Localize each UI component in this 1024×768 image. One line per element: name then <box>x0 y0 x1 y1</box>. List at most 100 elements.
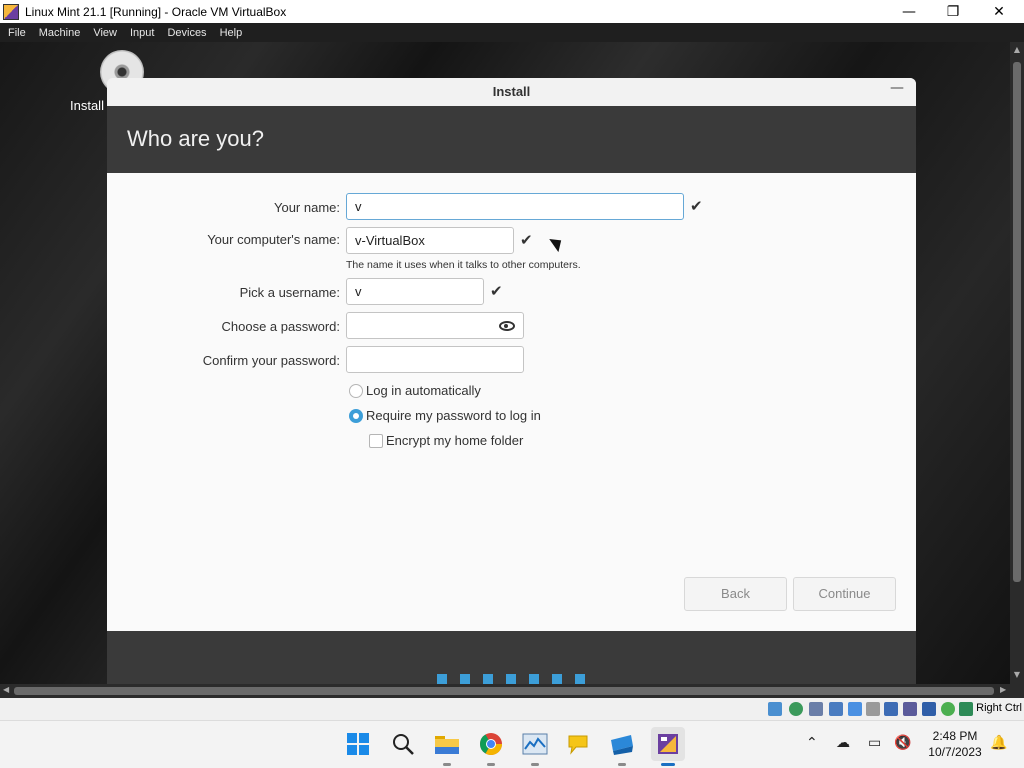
tray-overflow-chevron-icon[interactable]: ⌃ <box>806 735 818 751</box>
installer-minimize-button[interactable]: — <box>890 80 904 96</box>
computer-name-check-icon: ✔ <box>520 231 533 249</box>
installer-title: Install <box>492 84 531 99</box>
search-button[interactable] <box>388 729 418 759</box>
auto-login-label[interactable]: Log in automatically <box>366 383 481 398</box>
system-clock[interactable]: 2:48 PM 10/7/2023 <box>920 728 990 760</box>
task-manager-icon <box>522 733 548 755</box>
vertical-scroll-thumb[interactable] <box>1013 62 1021 582</box>
host-window-title: Linux Mint 21.1 [Running] - Oracle VM Vi… <box>25 4 287 19</box>
sticky-notes-icon <box>568 735 588 755</box>
vertical-scrollbar[interactable]: ▲ ▼ <box>1010 42 1024 684</box>
notification-bell-icon[interactable]: 🔔 <box>990 735 1007 751</box>
scroll-left-arrow-icon[interactable]: ◀ <box>3 685 9 694</box>
continue-button[interactable]: Continue <box>793 577 896 611</box>
menu-input[interactable]: Input <box>125 27 159 39</box>
host-title-bar: Linux Mint 21.1 [Running] - Oracle VM Vi… <box>0 0 1024 23</box>
minimize-button[interactable]: — <box>886 0 932 23</box>
progress-dot <box>506 674 516 684</box>
usb-status-icon[interactable] <box>848 702 862 716</box>
search-icon <box>393 734 414 755</box>
installer-banner: Who are you? <box>107 106 916 173</box>
vscode-running-indicator <box>618 763 626 766</box>
back-button[interactable]: Back <box>684 577 787 611</box>
installer-title-bar: Install — <box>107 78 916 106</box>
hard-disk-status-icon[interactable] <box>768 702 782 716</box>
page-title: Who are you? <box>127 126 264 151</box>
windows-logo-icon <box>347 733 369 755</box>
encrypt-home-checkbox[interactable] <box>369 434 383 448</box>
onedrive-cloud-icon[interactable]: ☁ <box>836 735 850 751</box>
horizontal-scrollbar[interactable]: ◀ ▶ <box>0 684 1024 698</box>
your-name-label: Your name: <box>273 200 340 215</box>
install-progress-dots <box>437 674 585 684</box>
close-button[interactable]: ✕ <box>976 0 1022 23</box>
virtualbox-app-icon <box>3 3 19 20</box>
confirm-password-input[interactable] <box>346 346 524 373</box>
windows-taskbar: ⌃ ☁ ▭ 🔇 2:48 PM 10/7/2023 🔔 <box>0 720 1024 768</box>
chrome-running-indicator <box>487 763 495 766</box>
keyboard-capture-icon[interactable] <box>959 702 973 716</box>
mouse-integration-icon[interactable] <box>941 702 955 716</box>
chrome-button[interactable] <box>476 729 506 759</box>
install-desktop-label[interactable]: Install <box>70 98 104 113</box>
require-password-radio[interactable] <box>349 409 363 423</box>
menu-devices[interactable]: Devices <box>162 27 211 39</box>
folder-icon <box>435 736 459 754</box>
host-menu-bar: File Machine View Input Devices Help <box>0 23 1024 42</box>
progress-dot <box>483 674 493 684</box>
username-label: Pick a username: <box>239 285 340 300</box>
installer-content: Your name: v ✔ Your computer's name: v-V… <box>107 173 916 631</box>
menu-help[interactable]: Help <box>215 27 248 39</box>
your-name-input[interactable]: v <box>346 193 684 220</box>
progress-dot <box>575 674 585 684</box>
scroll-down-arrow-icon[interactable]: ▼ <box>1012 670 1022 679</box>
scroll-up-arrow-icon[interactable]: ▲ <box>1012 45 1022 54</box>
computer-name-label: Your computer's name: <box>207 232 340 247</box>
encrypt-home-label[interactable]: Encrypt my home folder <box>386 433 523 448</box>
computer-name-input[interactable]: v-VirtualBox <box>346 227 514 254</box>
recording-status-icon[interactable] <box>903 702 917 716</box>
auto-login-radio[interactable] <box>349 384 363 398</box>
scroll-right-arrow-icon[interactable]: ▶ <box>1000 685 1006 694</box>
computer-name-hint: The name it uses when it talks to other … <box>346 259 581 271</box>
optical-drive-status-icon[interactable] <box>789 702 803 716</box>
username-check-icon: ✔ <box>490 282 503 300</box>
progress-dot <box>437 674 447 684</box>
notes-button[interactable] <box>563 729 593 759</box>
progress-dot <box>460 674 470 684</box>
maximize-button[interactable]: ❐ <box>930 0 976 23</box>
display-tray-icon[interactable]: ▭ <box>868 735 881 751</box>
vtx-status-icon[interactable] <box>922 702 936 716</box>
start-button[interactable] <box>343 729 373 759</box>
vbox-status-bar: Right Ctrl <box>0 698 1024 720</box>
clock-time: 2:48 PM <box>932 729 978 743</box>
chrome-icon <box>480 733 502 755</box>
virtualbox-active-indicator <box>661 763 675 766</box>
host-key-label: Right Ctrl <box>976 702 1022 714</box>
file-explorer-running-indicator <box>443 763 451 766</box>
task-manager-running-indicator <box>531 763 539 766</box>
virtualbox-icon <box>658 734 678 754</box>
require-password-label[interactable]: Require my password to log in <box>366 408 541 423</box>
horizontal-scroll-thumb[interactable] <box>14 687 994 695</box>
network-status-icon[interactable] <box>829 702 843 716</box>
task-manager-button[interactable] <box>520 729 550 759</box>
shared-folders-status-icon[interactable] <box>866 702 880 716</box>
your-name-check-icon: ✔ <box>690 197 703 215</box>
progress-dot <box>552 674 562 684</box>
installer-window: Install — Who are you? Your name: v ✔ Yo… <box>107 78 916 684</box>
clock-date: 10/7/2023 <box>928 745 982 759</box>
display-status-icon[interactable] <box>884 702 898 716</box>
vscode-button[interactable] <box>607 729 637 759</box>
confirm-password-label: Confirm your password: <box>202 353 340 368</box>
password-input[interactable] <box>346 312 524 339</box>
menu-file[interactable]: File <box>3 27 31 39</box>
file-explorer-button[interactable] <box>432 729 462 759</box>
audio-status-icon[interactable] <box>809 702 823 716</box>
virtualbox-button[interactable] <box>651 727 685 761</box>
volume-muted-icon[interactable]: 🔇 <box>894 735 911 751</box>
username-input[interactable]: v <box>346 278 484 305</box>
show-password-eye-icon[interactable] <box>499 321 515 331</box>
menu-view[interactable]: View <box>88 27 122 39</box>
menu-machine[interactable]: Machine <box>34 27 86 39</box>
